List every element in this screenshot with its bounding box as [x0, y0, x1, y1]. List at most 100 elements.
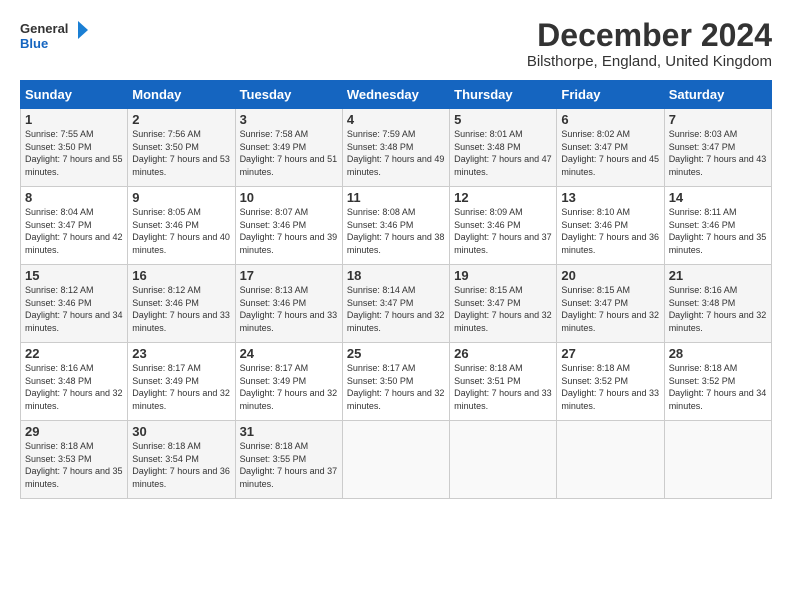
- weekday-header-tuesday: Tuesday: [235, 81, 342, 109]
- day-number: 4: [347, 112, 445, 127]
- day-detail: Sunrise: 8:14 AMSunset: 3:47 PMDaylight:…: [347, 285, 445, 333]
- weekday-header-monday: Monday: [128, 81, 235, 109]
- day-detail: Sunrise: 8:02 AMSunset: 3:47 PMDaylight:…: [561, 129, 659, 177]
- calendar-cell: 2 Sunrise: 7:56 AMSunset: 3:50 PMDayligh…: [128, 109, 235, 187]
- day-detail: Sunrise: 8:08 AMSunset: 3:46 PMDaylight:…: [347, 207, 445, 255]
- day-detail: Sunrise: 8:03 AMSunset: 3:47 PMDaylight:…: [669, 129, 767, 177]
- day-detail: Sunrise: 8:07 AMSunset: 3:46 PMDaylight:…: [240, 207, 338, 255]
- day-detail: Sunrise: 8:17 AMSunset: 3:49 PMDaylight:…: [240, 363, 338, 411]
- calendar-cell: 27 Sunrise: 8:18 AMSunset: 3:52 PMDaylig…: [557, 343, 664, 421]
- day-number: 10: [240, 190, 338, 205]
- logo: General Blue: [20, 18, 90, 58]
- calendar-cell: 11 Sunrise: 8:08 AMSunset: 3:46 PMDaylig…: [342, 187, 449, 265]
- day-detail: Sunrise: 8:10 AMSunset: 3:46 PMDaylight:…: [561, 207, 659, 255]
- day-detail: Sunrise: 8:13 AMSunset: 3:46 PMDaylight:…: [240, 285, 338, 333]
- day-number: 30: [132, 424, 230, 439]
- day-detail: Sunrise: 8:18 AMSunset: 3:52 PMDaylight:…: [561, 363, 659, 411]
- calendar-cell: 22 Sunrise: 8:16 AMSunset: 3:48 PMDaylig…: [21, 343, 128, 421]
- calendar-page: General Blue December 2024 Bilsthorpe, E…: [0, 0, 792, 509]
- day-number: 7: [669, 112, 767, 127]
- calendar-cell: [450, 421, 557, 499]
- title-area: December 2024 Bilsthorpe, England, Unite…: [527, 18, 772, 70]
- weekday-header-wednesday: Wednesday: [342, 81, 449, 109]
- day-number: 3: [240, 112, 338, 127]
- day-detail: Sunrise: 8:15 AMSunset: 3:47 PMDaylight:…: [561, 285, 659, 333]
- header: General Blue December 2024 Bilsthorpe, E…: [20, 18, 772, 70]
- calendar-cell: 12 Sunrise: 8:09 AMSunset: 3:46 PMDaylig…: [450, 187, 557, 265]
- day-detail: Sunrise: 8:05 AMSunset: 3:46 PMDaylight:…: [132, 207, 230, 255]
- day-detail: Sunrise: 7:56 AMSunset: 3:50 PMDaylight:…: [132, 129, 230, 177]
- calendar-cell: 1 Sunrise: 7:55 AMSunset: 3:50 PMDayligh…: [21, 109, 128, 187]
- day-number: 26: [454, 346, 552, 361]
- day-number: 19: [454, 268, 552, 283]
- calendar-cell: 21 Sunrise: 8:16 AMSunset: 3:48 PMDaylig…: [664, 265, 771, 343]
- calendar-cell: [664, 421, 771, 499]
- day-detail: Sunrise: 8:15 AMSunset: 3:47 PMDaylight:…: [454, 285, 552, 333]
- calendar-cell: 23 Sunrise: 8:17 AMSunset: 3:49 PMDaylig…: [128, 343, 235, 421]
- day-detail: Sunrise: 8:01 AMSunset: 3:48 PMDaylight:…: [454, 129, 552, 177]
- day-number: 6: [561, 112, 659, 127]
- day-number: 14: [669, 190, 767, 205]
- day-number: 9: [132, 190, 230, 205]
- day-number: 8: [25, 190, 123, 205]
- day-detail: Sunrise: 8:18 AMSunset: 3:53 PMDaylight:…: [25, 441, 123, 489]
- calendar-cell: 25 Sunrise: 8:17 AMSunset: 3:50 PMDaylig…: [342, 343, 449, 421]
- calendar-cell: 6 Sunrise: 8:02 AMSunset: 3:47 PMDayligh…: [557, 109, 664, 187]
- calendar-cell: 29 Sunrise: 8:18 AMSunset: 3:53 PMDaylig…: [21, 421, 128, 499]
- calendar-week-row: 22 Sunrise: 8:16 AMSunset: 3:48 PMDaylig…: [21, 343, 772, 421]
- calendar-cell: 17 Sunrise: 8:13 AMSunset: 3:46 PMDaylig…: [235, 265, 342, 343]
- day-number: 16: [132, 268, 230, 283]
- weekday-header-saturday: Saturday: [664, 81, 771, 109]
- calendar-cell: 4 Sunrise: 7:59 AMSunset: 3:48 PMDayligh…: [342, 109, 449, 187]
- weekday-header-sunday: Sunday: [21, 81, 128, 109]
- day-number: 22: [25, 346, 123, 361]
- calendar-cell: 20 Sunrise: 8:15 AMSunset: 3:47 PMDaylig…: [557, 265, 664, 343]
- svg-text:Blue: Blue: [20, 36, 48, 51]
- calendar-cell: 13 Sunrise: 8:10 AMSunset: 3:46 PMDaylig…: [557, 187, 664, 265]
- day-detail: Sunrise: 8:09 AMSunset: 3:46 PMDaylight:…: [454, 207, 552, 255]
- weekday-header-row: SundayMondayTuesdayWednesdayThursdayFrid…: [21, 81, 772, 109]
- logo-svg: General Blue: [20, 18, 90, 58]
- calendar-cell: 28 Sunrise: 8:18 AMSunset: 3:52 PMDaylig…: [664, 343, 771, 421]
- day-number: 23: [132, 346, 230, 361]
- day-number: 29: [25, 424, 123, 439]
- day-number: 18: [347, 268, 445, 283]
- day-number: 13: [561, 190, 659, 205]
- day-number: 11: [347, 190, 445, 205]
- day-number: 24: [240, 346, 338, 361]
- calendar-cell: 26 Sunrise: 8:18 AMSunset: 3:51 PMDaylig…: [450, 343, 557, 421]
- calendar-cell: 18 Sunrise: 8:14 AMSunset: 3:47 PMDaylig…: [342, 265, 449, 343]
- calendar-cell: 9 Sunrise: 8:05 AMSunset: 3:46 PMDayligh…: [128, 187, 235, 265]
- day-detail: Sunrise: 8:11 AMSunset: 3:46 PMDaylight:…: [669, 207, 767, 255]
- day-number: 12: [454, 190, 552, 205]
- day-number: 20: [561, 268, 659, 283]
- day-number: 17: [240, 268, 338, 283]
- day-detail: Sunrise: 7:58 AMSunset: 3:49 PMDaylight:…: [240, 129, 338, 177]
- calendar-cell: 15 Sunrise: 8:12 AMSunset: 3:46 PMDaylig…: [21, 265, 128, 343]
- calendar-week-row: 29 Sunrise: 8:18 AMSunset: 3:53 PMDaylig…: [21, 421, 772, 499]
- calendar-cell: 19 Sunrise: 8:15 AMSunset: 3:47 PMDaylig…: [450, 265, 557, 343]
- day-number: 5: [454, 112, 552, 127]
- day-detail: Sunrise: 8:12 AMSunset: 3:46 PMDaylight:…: [132, 285, 230, 333]
- day-detail: Sunrise: 8:16 AMSunset: 3:48 PMDaylight:…: [25, 363, 123, 411]
- calendar-cell: 5 Sunrise: 8:01 AMSunset: 3:48 PMDayligh…: [450, 109, 557, 187]
- weekday-header-thursday: Thursday: [450, 81, 557, 109]
- day-detail: Sunrise: 8:18 AMSunset: 3:52 PMDaylight:…: [669, 363, 767, 411]
- day-detail: Sunrise: 8:04 AMSunset: 3:47 PMDaylight:…: [25, 207, 123, 255]
- day-number: 2: [132, 112, 230, 127]
- day-number: 15: [25, 268, 123, 283]
- calendar-cell: 3 Sunrise: 7:58 AMSunset: 3:49 PMDayligh…: [235, 109, 342, 187]
- weekday-header-friday: Friday: [557, 81, 664, 109]
- calendar-week-row: 8 Sunrise: 8:04 AMSunset: 3:47 PMDayligh…: [21, 187, 772, 265]
- calendar-title: December 2024: [527, 18, 772, 53]
- calendar-cell: 7 Sunrise: 8:03 AMSunset: 3:47 PMDayligh…: [664, 109, 771, 187]
- calendar-cell: [342, 421, 449, 499]
- day-number: 1: [25, 112, 123, 127]
- calendar-week-row: 15 Sunrise: 8:12 AMSunset: 3:46 PMDaylig…: [21, 265, 772, 343]
- calendar-cell: 31 Sunrise: 8:18 AMSunset: 3:55 PMDaylig…: [235, 421, 342, 499]
- day-number: 25: [347, 346, 445, 361]
- day-detail: Sunrise: 8:18 AMSunset: 3:51 PMDaylight:…: [454, 363, 552, 411]
- calendar-week-row: 1 Sunrise: 7:55 AMSunset: 3:50 PMDayligh…: [21, 109, 772, 187]
- day-number: 27: [561, 346, 659, 361]
- calendar-cell: 10 Sunrise: 8:07 AMSunset: 3:46 PMDaylig…: [235, 187, 342, 265]
